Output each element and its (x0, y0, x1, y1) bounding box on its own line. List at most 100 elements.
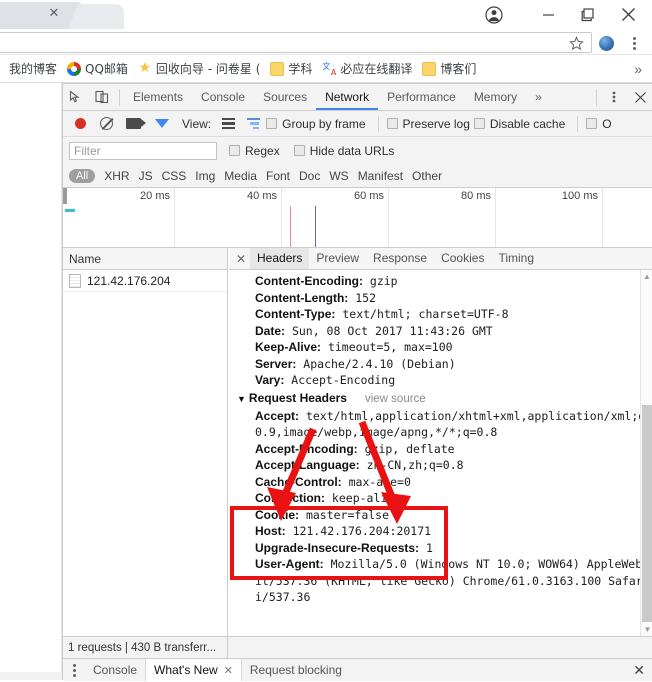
drawer-tab-whats-new[interactable]: What's New ✕ (145, 659, 242, 681)
tab-memory[interactable]: Memory (465, 84, 526, 110)
tab-preview[interactable]: Preview (309, 248, 366, 269)
bookmarks-overflow-button[interactable]: » (634, 61, 652, 77)
section-label: Request Headers (248, 390, 347, 405)
checkbox-box (229, 145, 240, 156)
tab-elements[interactable]: Elements (124, 84, 192, 110)
folder-icon (422, 61, 437, 76)
divider (596, 88, 597, 106)
tabs-overflow-button[interactable]: » (526, 84, 551, 110)
type-filter-js[interactable]: JS (139, 169, 153, 183)
checkbox-box (586, 118, 598, 129)
divider (577, 115, 579, 132)
waterfall-view-icon[interactable] (247, 117, 261, 130)
bookmark-star-icon[interactable] (569, 36, 584, 53)
tab-close-icon[interactable]: ✕ (47, 6, 61, 20)
close-drawer-icon[interactable]: ✕ (633, 662, 645, 679)
extension-globe-icon[interactable] (599, 36, 614, 51)
type-filter-all[interactable]: All (69, 168, 96, 183)
disable-cache-label: Disable cache (489, 116, 566, 131)
tick-label: 60 ms (354, 190, 384, 202)
tab-cookies[interactable]: Cookies (434, 248, 491, 269)
group-by-frame-checkbox[interactable]: Group by frame (266, 117, 366, 131)
bookmark-item[interactable]: 我的博客 (4, 58, 62, 80)
tab-network[interactable]: Network (316, 84, 378, 110)
tab-response[interactable]: Response (366, 248, 434, 269)
tab-performance[interactable]: Performance (378, 84, 465, 110)
overview-tick: 100 ms (496, 188, 603, 247)
tab-headers[interactable]: Headers (250, 248, 310, 269)
maximize-button[interactable] (568, 0, 608, 29)
close-window-button[interactable] (608, 0, 648, 29)
window-controls (474, 0, 648, 29)
overview-tick: 80 ms (389, 188, 496, 247)
filter-funnel-icon[interactable] (155, 119, 169, 128)
type-filter-xhr[interactable]: XHR (104, 169, 129, 183)
checkbox-box (266, 118, 278, 129)
close-devtools-icon[interactable] (627, 84, 652, 110)
type-filter-ws[interactable]: WS (329, 169, 348, 183)
scroll-down-icon[interactable]: ▼ (641, 623, 652, 636)
disable-cache-checkbox[interactable]: Disable cache (473, 116, 566, 131)
regex-checkbox[interactable]: Regex (229, 144, 280, 158)
tab-sources[interactable]: Sources (254, 84, 316, 110)
record-button[interactable] (75, 118, 86, 129)
chevron-down-icon[interactable]: ▼ (237, 394, 246, 404)
divider (377, 115, 379, 132)
tab-timing[interactable]: Timing (491, 248, 541, 269)
address-bar-input[interactable] (0, 32, 592, 53)
checkbox-box (293, 145, 305, 156)
hide-data-urls-checkbox[interactable]: Hide data URLs (293, 144, 394, 158)
request-headers-section-title[interactable]: ▼ Request Headers view source (237, 389, 652, 408)
filter-input[interactable] (69, 141, 217, 160)
type-filter-doc[interactable]: Doc (299, 169, 320, 183)
type-filter-font[interactable]: Font (266, 169, 290, 183)
bookmark-label: 博客们 (440, 62, 477, 76)
bookmark-item[interactable]: 必应在线翻译 (317, 58, 417, 80)
offline-checkbox[interactable]: O (586, 117, 612, 131)
bookmark-item[interactable]: QQ邮箱 (62, 58, 133, 80)
scroll-up-icon[interactable]: ▲ (641, 270, 652, 283)
type-filter-media[interactable]: Media (224, 169, 257, 183)
new-tab-button[interactable] (80, 4, 124, 29)
tick-label: 20 ms (140, 190, 170, 202)
scrollbar-thumb[interactable] (642, 405, 652, 622)
type-filter-other[interactable]: Other (412, 169, 442, 183)
kebab-menu-icon[interactable] (601, 84, 627, 110)
header-line: Vary: Accept-Encoding (237, 372, 652, 389)
bookmark-item[interactable]: ★ 回收向导 - 问卷星 ( (133, 58, 265, 80)
tick-label: 100 ms (561, 190, 598, 202)
close-panel-icon[interactable]: ✕ (232, 252, 250, 266)
column-header-name[interactable]: Name (63, 248, 227, 270)
inspect-element-icon[interactable] (63, 84, 89, 110)
list-view-icon[interactable] (222, 117, 236, 130)
browser-tab[interactable] (0, 2, 78, 29)
detail-scrollbar[interactable]: ▲ ▼ (640, 270, 652, 636)
drawer-tab-request-blocking[interactable]: Request blocking (242, 659, 350, 681)
account-icon[interactable] (474, 0, 514, 29)
header-line: Date: Sun, 08 Oct 2017 11:43:26 GMT (237, 323, 652, 340)
bookmark-item[interactable]: 博客们 (417, 58, 481, 80)
request-name: 121.42.176.204 (87, 273, 171, 288)
preserve-log-checkbox[interactable]: Preserve log (386, 117, 470, 131)
checkbox-box (473, 118, 485, 129)
kebab-menu-icon[interactable] (63, 663, 85, 677)
bookmark-label: QQ邮箱 (85, 62, 128, 76)
minimize-button[interactable] (528, 0, 568, 29)
type-filter-css[interactable]: CSS (162, 169, 187, 183)
chrome-menu-icon[interactable] (626, 34, 642, 52)
type-filter-img[interactable]: Img (195, 169, 215, 183)
drawer-tab-console[interactable]: Console (85, 659, 145, 681)
table-row[interactable]: 121.42.176.204 (63, 270, 227, 292)
arrow-to-connection (267, 427, 317, 521)
toggle-device-toolbar-icon[interactable] (89, 84, 115, 110)
clear-icon[interactable] (100, 117, 113, 130)
close-icon[interactable]: ✕ (224, 665, 233, 677)
bookmark-item[interactable]: 学科 (265, 58, 317, 80)
tab-console[interactable]: Console (192, 84, 254, 110)
header-line: Content-Length: 152 (237, 290, 652, 307)
view-source-link[interactable]: view source (365, 393, 426, 405)
address-bar-row (0, 29, 652, 55)
type-filter-manifest[interactable]: Manifest (358, 169, 403, 183)
network-overview-timeline[interactable]: 20 ms 40 ms 60 ms 80 ms 100 ms (63, 188, 652, 248)
camera-icon[interactable] (126, 118, 146, 129)
